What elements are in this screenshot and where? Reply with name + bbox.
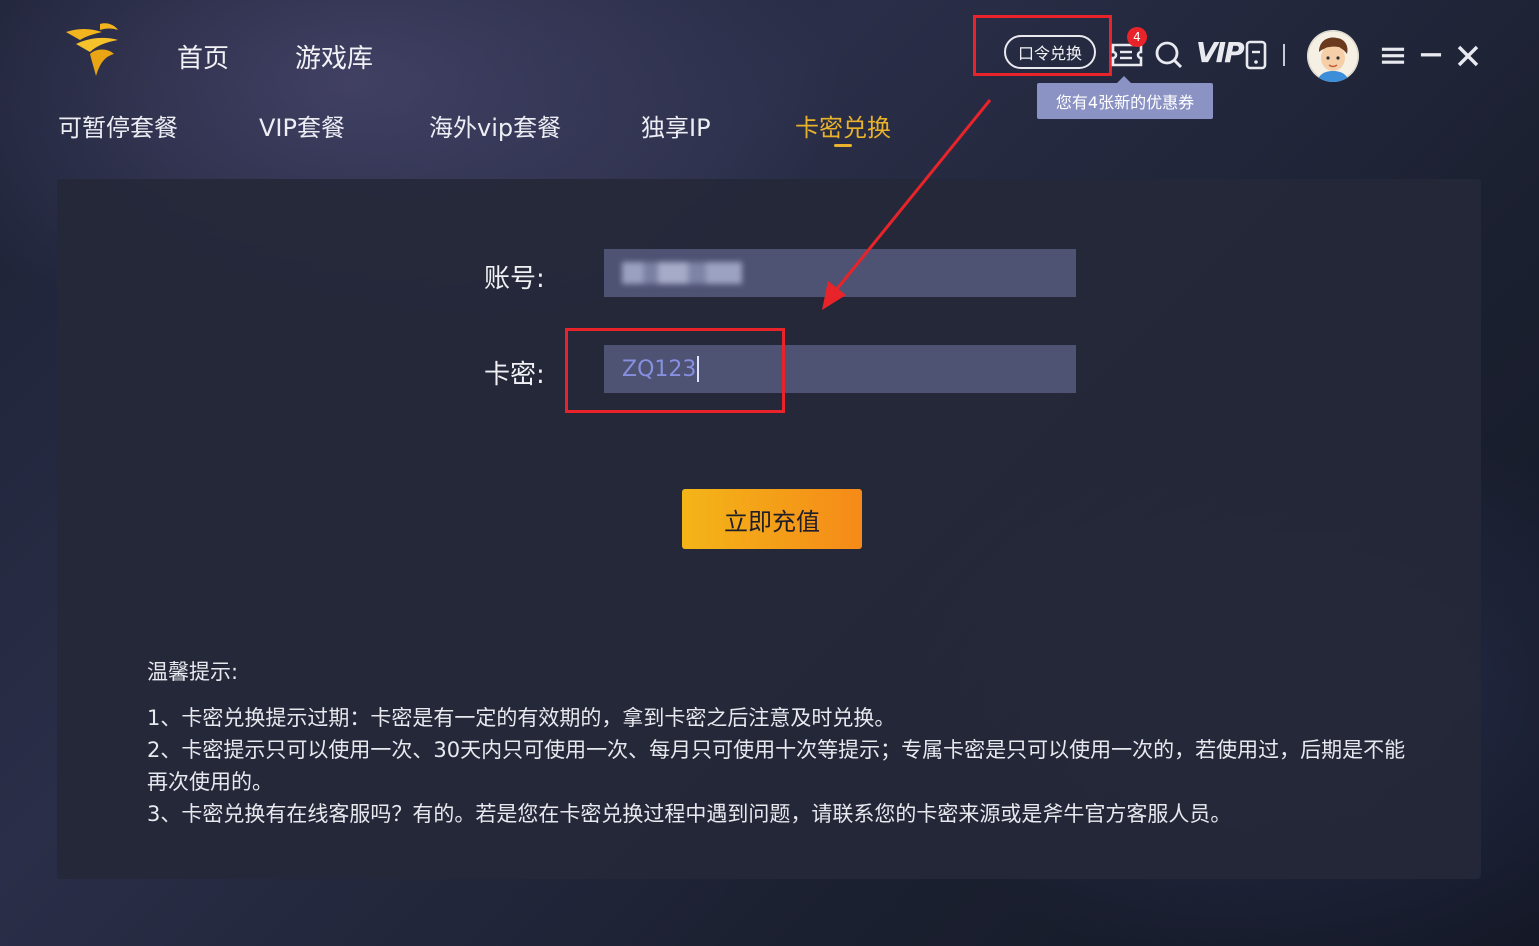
tip-line: 2、卡密提示只可以使用一次、30天内只可使用一次、每月只可使用十次等提示；专属卡… xyxy=(147,738,1406,794)
phone-icon[interactable] xyxy=(1244,40,1268,70)
top-nav: 首页 游戏库 xyxy=(177,38,373,75)
menu-icon[interactable] xyxy=(1381,45,1405,67)
card-secret-input[interactable]: ZQ123 xyxy=(604,345,1076,393)
text-caret xyxy=(697,356,700,382)
nav-home[interactable]: 首页 xyxy=(177,38,229,75)
card-secret-value: ZQ123 xyxy=(622,356,697,382)
logo-icon[interactable] xyxy=(60,18,124,82)
tab-overseas-vip-package[interactable]: 海外vip套餐 xyxy=(429,108,561,143)
search-icon[interactable] xyxy=(1154,40,1184,70)
tips-section: 温馨提示: 1、卡密兑换提示过期：卡密是有一定的有效期的，拿到卡密之后注意及时兑… xyxy=(147,656,1407,830)
avatar[interactable] xyxy=(1307,30,1359,82)
redeem-code-button[interactable]: 口令兑换 xyxy=(1004,35,1096,69)
tab-vip-package[interactable]: VIP套餐 xyxy=(259,108,345,143)
account-label: 账号: xyxy=(484,264,545,294)
toolbar-separator xyxy=(1283,44,1285,66)
nav-game-library[interactable]: 游戏库 xyxy=(295,38,373,75)
card-label: 卡密: xyxy=(484,360,545,390)
tab-pausable-package[interactable]: 可暂停套餐 xyxy=(58,108,178,143)
close-icon[interactable] xyxy=(1456,44,1480,68)
tab-dedicated-ip[interactable]: 独享IP xyxy=(641,108,711,143)
tips-title: 温馨提示: xyxy=(147,660,239,684)
vip-icon[interactable]: VIP xyxy=(1196,36,1245,69)
tip-line: 3、卡密兑换有在线客服吗？有的。若是您在卡密兑换过程中遇到问题，请联系您的卡密来… xyxy=(147,802,1232,826)
message-badge: 4 xyxy=(1127,27,1147,47)
coupon-tooltip: 您有4张新的优惠券 xyxy=(1037,76,1213,119)
recharge-now-button[interactable]: 立即充值 xyxy=(682,489,862,549)
annotation-arrow xyxy=(822,99,992,310)
minimize-icon[interactable] xyxy=(1420,44,1442,66)
account-value-blurred xyxy=(622,262,742,284)
tip-line: 1、卡密兑换提示过期：卡密是有一定的有效期的，拿到卡密之后注意及时兑换。 xyxy=(147,706,896,730)
